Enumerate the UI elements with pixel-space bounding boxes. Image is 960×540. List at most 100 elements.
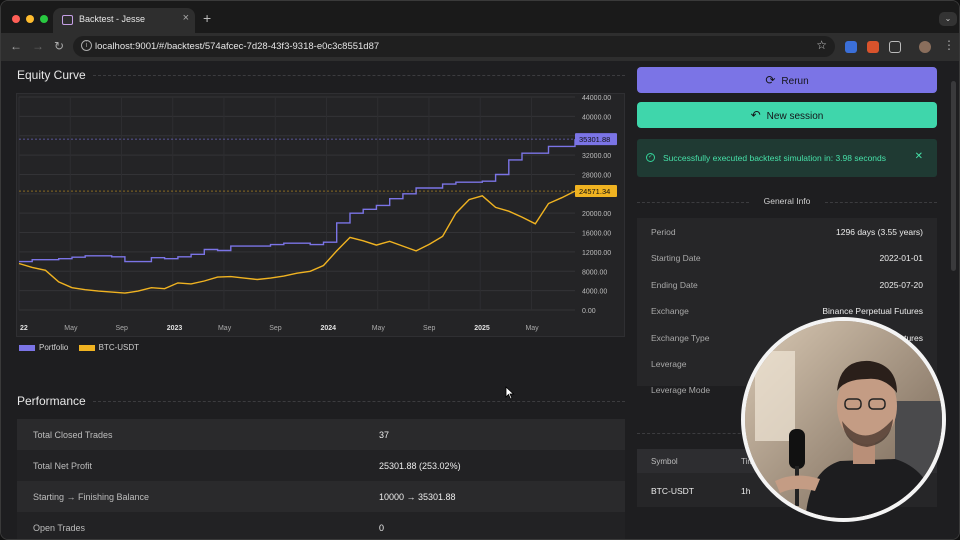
x-tick-label: May [372,325,386,332]
symbol-cell: BTC-USDT [651,486,694,496]
extension-icon[interactable] [845,41,857,53]
legend-swatch [78,344,95,351]
tab-bar: Backtest - Jesse × + ⌄ [1,1,959,33]
y-tick-label: 44000.00 [582,95,611,102]
divider [637,202,749,203]
close-tab-icon[interactable]: × [183,12,189,24]
info-row: Period 1296 days (3.55 years) [637,218,937,244]
performance-table: Total Closed Trades 37 Total Net Profit 25… [17,419,625,539]
x-tick-label: 2025 [474,325,490,332]
x-tick-label: Sep [115,325,128,332]
info-label: Starting Date [651,253,701,264]
info-value: 2025-07-20 [879,279,923,290]
equity-chart[interactable]: 44000.0040000.0036000.0032000.0028000.00… [16,93,625,337]
legend-item-portfolio[interactable]: Portfolio [19,343,68,352]
new-session-button[interactable]: ↶ New session [637,102,937,128]
close-alert-icon[interactable]: ✕ [915,151,923,162]
general-info-title: General Info [763,196,811,206]
alert-message: Successfully executed backtest simulatio… [663,153,887,163]
general-info-heading: General Info [637,196,937,206]
refresh-icon: ⟳ [765,73,776,87]
maximize-window-button[interactable] [40,15,48,23]
extension-icon[interactable] [867,41,879,53]
table-row: Open Trades 0 [17,512,625,539]
minimize-window-button[interactable] [26,15,34,23]
performance-title: Performance [17,394,86,408]
info-label: Leverage [651,358,687,369]
browser-tab[interactable]: Backtest - Jesse × [53,8,195,33]
last-value-label: 24571.34 [579,187,610,196]
info-label: Exchange [651,306,689,317]
legend-swatch [19,344,35,351]
y-tick-label: 32000.00 [582,153,611,160]
metric-label: Total Closed Trades [33,429,113,440]
x-tick-label: Sep [269,325,282,332]
series-line-portfolio [19,139,576,263]
x-tick-label: May [64,325,78,332]
info-label: Ending Date [651,279,698,290]
legend-label: Portfolio [39,343,69,352]
success-alert: ✓ Successfully executed backtest simulat… [637,139,937,177]
check-circle-icon: ✓ [646,153,655,162]
metric-label: Open Trades [33,522,86,533]
legend-item-btc[interactable]: BTC-USDT [78,343,139,352]
y-tick-label: 12000.00 [582,250,611,257]
webcam-overlay [741,317,946,522]
info-value: 1296 days (3.55 years) [836,227,923,237]
info-value: Binance Perpetual Futures [822,306,923,317]
new-tab-icon[interactable]: + [203,10,211,26]
mouse-cursor-icon [505,386,515,400]
metric-value: 25301.88 (253.02%) [379,460,461,471]
presenter-video [745,321,942,518]
url-text[interactable]: localhost:9001/#/backtest/574afcec-7d28-… [95,41,379,52]
info-label: Period [651,227,676,237]
y-tick-label: 4000.00 [582,289,607,296]
site-info-icon[interactable]: i [81,40,92,51]
address-bar[interactable]: i localhost:9001/#/backtest/574afcec-7d2… [73,36,835,57]
column-header: Symbol [651,457,678,466]
y-tick-label: 8000.00 [582,269,607,276]
metric-value: 37 [379,429,390,440]
bookmark-star-icon[interactable]: ☆ [816,38,827,52]
profile-avatar[interactable] [919,41,931,53]
x-tick-label: Sep [423,325,436,332]
close-window-button[interactable] [12,15,20,23]
y-tick-label: 20000.00 [582,211,611,218]
forward-arrow-icon[interactable]: → [32,39,44,53]
extensions-puzzle-icon[interactable] [889,41,901,53]
rerun-button[interactable]: ⟳ Rerun [637,67,937,93]
metric-label: Starting → Finishing Balance [33,491,150,502]
y-tick-label: 0.00 [582,308,596,315]
tab-search-chevron-icon[interactable]: ⌄ [939,12,957,26]
info-label: Exchange Type [651,332,710,343]
divider [93,401,625,402]
undo-arrow-icon: ↶ [750,108,761,122]
last-value-label: 35301.88 [579,135,610,144]
info-row: Exchange Binance Perpetual Futures [637,297,937,323]
scrollbar[interactable] [951,81,956,271]
info-row: Ending Date 2025-07-20 [637,271,937,297]
browser-window: Backtest - Jesse × + ⌄ ← → ↻ i localhost… [0,0,960,540]
divider [93,75,625,76]
new-session-label: New session [766,111,824,122]
metric-value: 0 [379,522,385,533]
metric-value: 10000 → 35301.88 [379,491,456,502]
jesse-favicon-icon [62,15,73,25]
y-tick-label: 28000.00 [582,172,611,179]
y-tick-label: 16000.00 [582,231,611,238]
y-tick-label: 40000.00 [582,114,611,121]
x-tick-label: 2024 [320,325,336,332]
x-tick-label: 2023 [167,325,183,332]
info-value: 2022-01-01 [879,253,923,264]
series-line-btc-usdt [18,190,576,294]
tab-title: Backtest - Jesse [79,14,146,24]
table-row: Total Net Profit 25301.88 (253.02%) [17,450,625,481]
info-label: Leverage Mode [651,385,711,396]
chart-legend: Portfolio BTC-USDT [19,343,147,352]
back-arrow-icon[interactable]: ← [10,39,22,53]
x-tick-label: May [525,325,539,332]
equity-curve-title: Equity Curve [17,68,86,82]
reload-icon[interactable]: ↻ [54,39,64,53]
metric-label: Total Net Profit [33,460,93,471]
more-menu-icon[interactable]: ⋮ [943,38,955,52]
